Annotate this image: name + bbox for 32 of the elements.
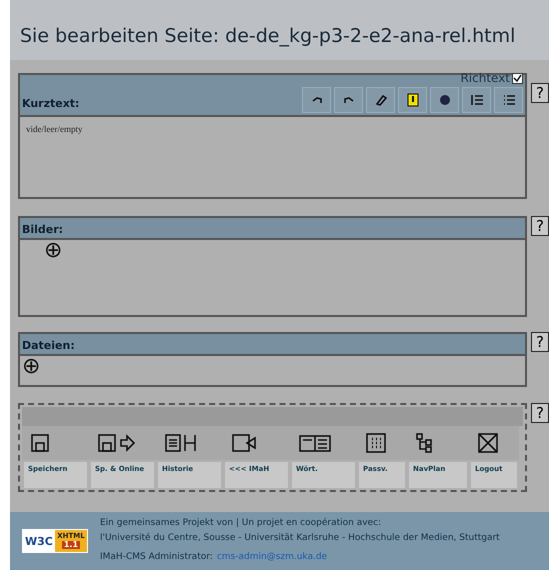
tree-icon xyxy=(415,432,433,454)
help-button[interactable]: ? xyxy=(531,216,549,236)
save-icon xyxy=(30,432,52,454)
add-button[interactable]: ⊕ xyxy=(44,240,62,262)
footer-text: l'Université du Centre, Sousse - Universität Karlsruhe - Hochschule der Medien, Stuttgart xyxy=(100,532,500,545)
help-button[interactable]: ? xyxy=(531,332,549,352)
section-label: Bilder: xyxy=(22,222,64,238)
toolbar-button[interactable] xyxy=(302,87,331,113)
toolbar-button[interactable] xyxy=(398,87,427,113)
check-icon xyxy=(513,74,522,82)
footer-text: Ein gemeinsames Projekt von | Un projet en coopération avec: xyxy=(100,517,382,530)
add-button[interactable]: ⊕ xyxy=(22,356,40,378)
toolbar-button[interactable] xyxy=(494,87,523,113)
toolbar-button[interactable] xyxy=(462,87,491,113)
document-icon xyxy=(164,432,198,454)
toolbar-button[interactable] xyxy=(430,87,459,113)
help-button[interactable]: ? xyxy=(531,403,549,423)
highlight-icon xyxy=(404,92,420,108)
richtext-checkbox[interactable] xyxy=(512,72,523,84)
section-label: Kurztext: xyxy=(22,96,80,112)
admin-label: IMaH-CMS Administrator: xyxy=(100,551,213,564)
page-title: Sie bearbeiten Seite: de-de_kg-p3-2-e2-ana-rel.html xyxy=(20,24,516,48)
help-button[interactable]: ? xyxy=(531,83,549,103)
toolbar-button[interactable] xyxy=(334,87,363,113)
toolbar-button[interactable] xyxy=(366,87,395,113)
save-forward-icon xyxy=(97,432,137,454)
numbered-list-icon xyxy=(468,92,484,108)
section-label: Dateien: xyxy=(22,338,75,354)
columns-icon xyxy=(298,432,332,454)
richtext-label: Richtext xyxy=(460,70,510,87)
close-icon xyxy=(477,432,499,454)
grid-icon xyxy=(365,432,387,454)
